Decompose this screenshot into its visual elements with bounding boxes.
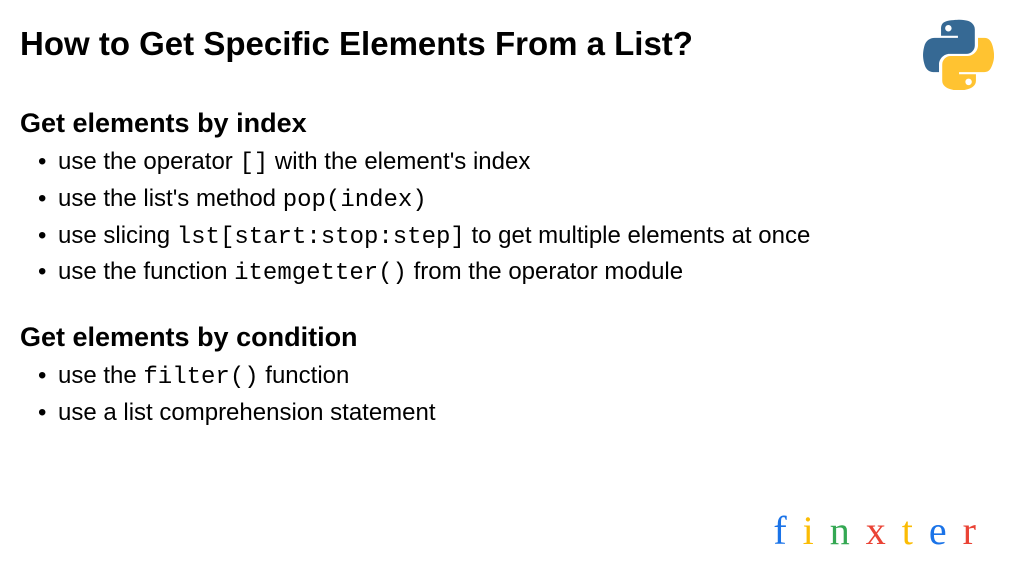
list-item: use the filter() function [58, 359, 1004, 396]
brand-letter: e [929, 508, 963, 553]
brand-letter: f [773, 508, 802, 553]
list-item: use slicing lst[start:stop:step] to get … [58, 219, 1004, 256]
list-item: use the list's method pop(index) [58, 182, 1004, 219]
list-item: use a list comprehension statement [58, 396, 1004, 433]
brand-letter: i [803, 508, 830, 553]
brand-letter: x [866, 508, 902, 553]
slide-header: How to Get Specific Elements From a List… [20, 25, 1004, 63]
section-by-index: Get elements by index use the operator [… [20, 108, 1004, 292]
bullet-list: use the filter() function use a list com… [20, 359, 1004, 433]
brand-letter: r [963, 508, 992, 553]
finxter-brand-logo: finxter [773, 507, 992, 554]
brand-letter: t [902, 508, 929, 553]
python-logo-icon [922, 18, 994, 90]
brand-letter: n [830, 508, 866, 553]
section-heading: Get elements by index [20, 108, 1004, 139]
slide-content: Get elements by index use the operator [… [20, 108, 1004, 433]
section-heading: Get elements by condition [20, 322, 1004, 353]
list-item: use the function itemgetter() from the o… [58, 255, 1004, 292]
list-item: use the operator [] with the element's i… [58, 145, 1004, 182]
section-by-condition: Get elements by condition use the filter… [20, 322, 1004, 433]
bullet-list: use the operator [] with the element's i… [20, 145, 1004, 292]
page-title: How to Get Specific Elements From a List… [20, 25, 693, 63]
